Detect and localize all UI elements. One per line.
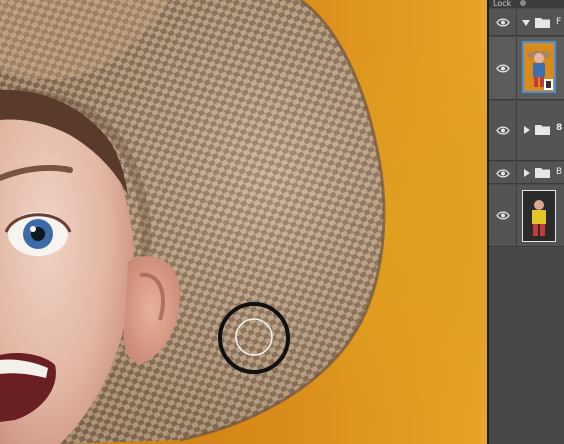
expand-arrow-icon[interactable]: [524, 169, 530, 177]
thumbnail-image: [524, 43, 554, 91]
canvas-artwork: [0, 0, 386, 444]
lock-icon[interactable]: [519, 0, 526, 6]
visibility-toggle[interactable]: [489, 185, 517, 246]
lock-label: Lock: [493, 0, 512, 8]
folder-open-icon: [535, 18, 550, 28]
layer-row-selected[interactable]: [489, 37, 564, 100]
collapse-arrow-icon[interactable]: [522, 20, 530, 26]
eye-icon: [496, 126, 510, 135]
layer-group-row[interactable]: B: [489, 162, 564, 184]
thumbnail-image: [523, 191, 555, 241]
eye-icon: [496, 18, 510, 27]
eye-icon: [496, 169, 510, 178]
layer-thumbnail[interactable]: [522, 41, 556, 93]
layer-group-row[interactable]: 8: [489, 101, 564, 161]
visibility-toggle[interactable]: [489, 101, 517, 160]
layers-empty-area[interactable]: [489, 248, 564, 444]
panel-lock-bar: Lock: [489, 0, 564, 8]
layer-thumbnail[interactable]: [522, 190, 556, 242]
folder-icon: [535, 168, 550, 178]
layer-group-row[interactable]: F: [489, 9, 564, 36]
document-canvas[interactable]: [0, 0, 487, 444]
link-symbol: 8: [556, 123, 563, 133]
folder-icon: [535, 125, 550, 135]
eye-icon: [496, 64, 510, 73]
layer-row[interactable]: [489, 185, 564, 247]
eye-icon: [496, 211, 510, 220]
visibility-toggle[interactable]: [489, 9, 517, 35]
visibility-toggle[interactable]: [489, 162, 517, 183]
layers-panel: Lock F 8 B: [489, 0, 564, 444]
layer-group-name: F: [556, 17, 562, 27]
visibility-toggle[interactable]: [489, 37, 517, 99]
layer-group-name: B: [556, 167, 563, 177]
expand-arrow-icon[interactable]: [524, 126, 530, 134]
